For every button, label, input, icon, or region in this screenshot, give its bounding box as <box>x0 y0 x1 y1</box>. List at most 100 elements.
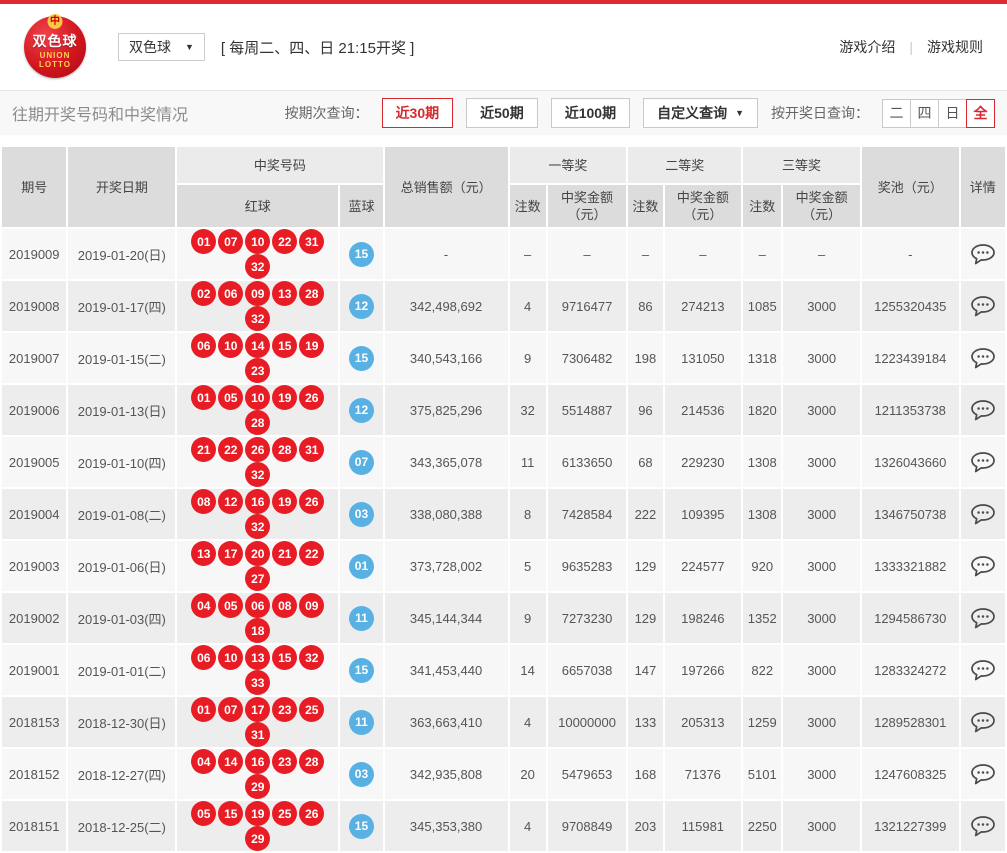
red-ball: 23 <box>272 697 297 722</box>
col-pool: 奖池（元） <box>861 146 960 228</box>
first-amount-cell: 7428584 <box>547 488 628 540</box>
date-cell: 2019-01-01(二) <box>67 644 176 696</box>
detail-button[interactable] <box>960 540 1006 592</box>
red-ball: 10 <box>245 229 270 254</box>
period-cell: 2018152 <box>1 748 67 800</box>
third-amount-cell: 3000 <box>782 280 861 332</box>
red-balls-cell: 020609132832 <box>176 280 339 332</box>
red-ball: 05 <box>191 801 216 826</box>
second-amount-cell: 205313 <box>664 696 743 748</box>
red-ball: 28 <box>299 281 324 306</box>
blue-ball: 15 <box>349 814 374 839</box>
table-row: 20190082019-01-17(四)02060913283212342,49… <box>1 280 1006 332</box>
first-count-cell: 14 <box>509 644 547 696</box>
first-amount-cell: 5514887 <box>547 384 628 436</box>
detail-button[interactable] <box>960 592 1006 644</box>
detail-button[interactable] <box>960 644 1006 696</box>
logo-title: 双色球 <box>33 31 78 51</box>
sales-cell: 342,498,692 <box>384 280 509 332</box>
game-select-dropdown[interactable]: 双色球 ▼ <box>118 33 205 61</box>
period-cell: 2019009 <box>1 228 67 280</box>
red-ball: 33 <box>245 670 270 695</box>
red-ball: 29 <box>245 774 270 799</box>
second-amount-cell: – <box>664 228 743 280</box>
red-ball: 23 <box>272 749 297 774</box>
last-30-button[interactable]: 近30期 <box>382 98 454 128</box>
last-50-button[interactable]: 近50期 <box>466 98 538 128</box>
period-cell: 2018151 <box>1 800 67 852</box>
red-ball: 20 <box>245 541 270 566</box>
second-count-cell: 129 <box>627 540 663 592</box>
first-count-cell: 9 <box>509 332 547 384</box>
custom-query-dropdown[interactable]: 自定义查询 ▼ <box>643 98 758 128</box>
site-header: 中 双色球 UNION LOTTO 双色球 ▼ [ 每周二、四、日 21:15开… <box>0 4 1007 90</box>
game-intro-link[interactable]: 游戏介绍 <box>839 37 895 57</box>
day-all-button[interactable]: 全 <box>966 99 995 128</box>
pool-cell: 1294586730 <box>861 592 960 644</box>
col-first-amount: 中奖金额（元） <box>547 184 628 228</box>
first-amount-cell: 7273230 <box>547 592 628 644</box>
detail-button[interactable] <box>960 488 1006 540</box>
detail-button[interactable] <box>960 332 1006 384</box>
detail-button[interactable] <box>960 800 1006 852</box>
day-sun-button[interactable]: 日 <box>938 99 967 128</box>
detail-button[interactable] <box>960 436 1006 488</box>
day-thu-button[interactable]: 四 <box>910 99 939 128</box>
red-ball: 29 <box>245 826 270 851</box>
blue-ball-cell: 12 <box>339 384 383 436</box>
period-cell: 2018153 <box>1 696 67 748</box>
period-cell: 2019004 <box>1 488 67 540</box>
day-tue-button[interactable]: 二 <box>882 99 911 128</box>
game-rules-link[interactable]: 游戏规则 <box>927 37 983 57</box>
red-ball: 32 <box>245 514 270 539</box>
red-balls-cell: 212226283132 <box>176 436 339 488</box>
detail-button[interactable] <box>960 696 1006 748</box>
red-ball: 10 <box>218 333 243 358</box>
blue-ball-cell: 11 <box>339 592 383 644</box>
red-ball: 07 <box>218 697 243 722</box>
second-amount-cell: 131050 <box>664 332 743 384</box>
detail-button[interactable] <box>960 280 1006 332</box>
day-filter-group: 二 四 日 全 <box>882 99 995 128</box>
filter-bar: 往期开奖号码和中奖情况 按期次查询： 近30期 近50期 近100期 自定义查询… <box>0 90 1007 135</box>
red-ball: 08 <box>272 593 297 618</box>
last-100-button[interactable]: 近100期 <box>551 98 630 128</box>
pool-cell: 1346750738 <box>861 488 960 540</box>
second-amount-cell: 214536 <box>664 384 743 436</box>
results-table: 期号 开奖日期 中奖号码 总销售额（元） 一等奖 二等奖 三等奖 奖池（元） 详… <box>0 145 1007 853</box>
detail-button[interactable] <box>960 748 1006 800</box>
table-row: 20190062019-01-13(日)01051019262812375,82… <box>1 384 1006 436</box>
red-ball: 18 <box>245 618 270 643</box>
period-cell: 2019008 <box>1 280 67 332</box>
game-select-value: 双色球 <box>129 37 171 57</box>
first-amount-cell: 7306482 <box>547 332 628 384</box>
first-count-cell: 4 <box>509 800 547 852</box>
second-amount-cell: 109395 <box>664 488 743 540</box>
third-count-cell: 1352 <box>742 592 782 644</box>
second-amount-cell: 274213 <box>664 280 743 332</box>
table-row: 20190032019-01-06(日)13172021222701373,72… <box>1 540 1006 592</box>
red-ball: 28 <box>245 410 270 435</box>
second-amount-cell: 224577 <box>664 540 743 592</box>
detail-button[interactable] <box>960 228 1006 280</box>
red-balls-cell: 010717232531 <box>176 696 339 748</box>
comment-bubble-icon <box>970 763 996 786</box>
results-tbody: 20190092019-01-20(日)01071022313215-–––––… <box>1 228 1006 852</box>
red-ball: 21 <box>191 437 216 462</box>
date-cell: 2018-12-25(二) <box>67 800 176 852</box>
second-count-cell: 203 <box>627 800 663 852</box>
date-cell: 2019-01-06(日) <box>67 540 176 592</box>
date-cell: 2019-01-20(日) <box>67 228 176 280</box>
red-ball: 08 <box>191 489 216 514</box>
second-count-cell: 198 <box>627 332 663 384</box>
red-ball: 22 <box>272 229 297 254</box>
third-amount-cell: 3000 <box>782 800 861 852</box>
first-count-cell: – <box>509 228 547 280</box>
detail-button[interactable] <box>960 384 1006 436</box>
blue-ball: 07 <box>349 450 374 475</box>
blue-ball: 15 <box>349 346 374 371</box>
col-date: 开奖日期 <box>67 146 176 228</box>
col-second-amount: 中奖金额（元） <box>664 184 743 228</box>
red-ball: 06 <box>191 333 216 358</box>
comment-bubble-icon <box>970 451 996 474</box>
